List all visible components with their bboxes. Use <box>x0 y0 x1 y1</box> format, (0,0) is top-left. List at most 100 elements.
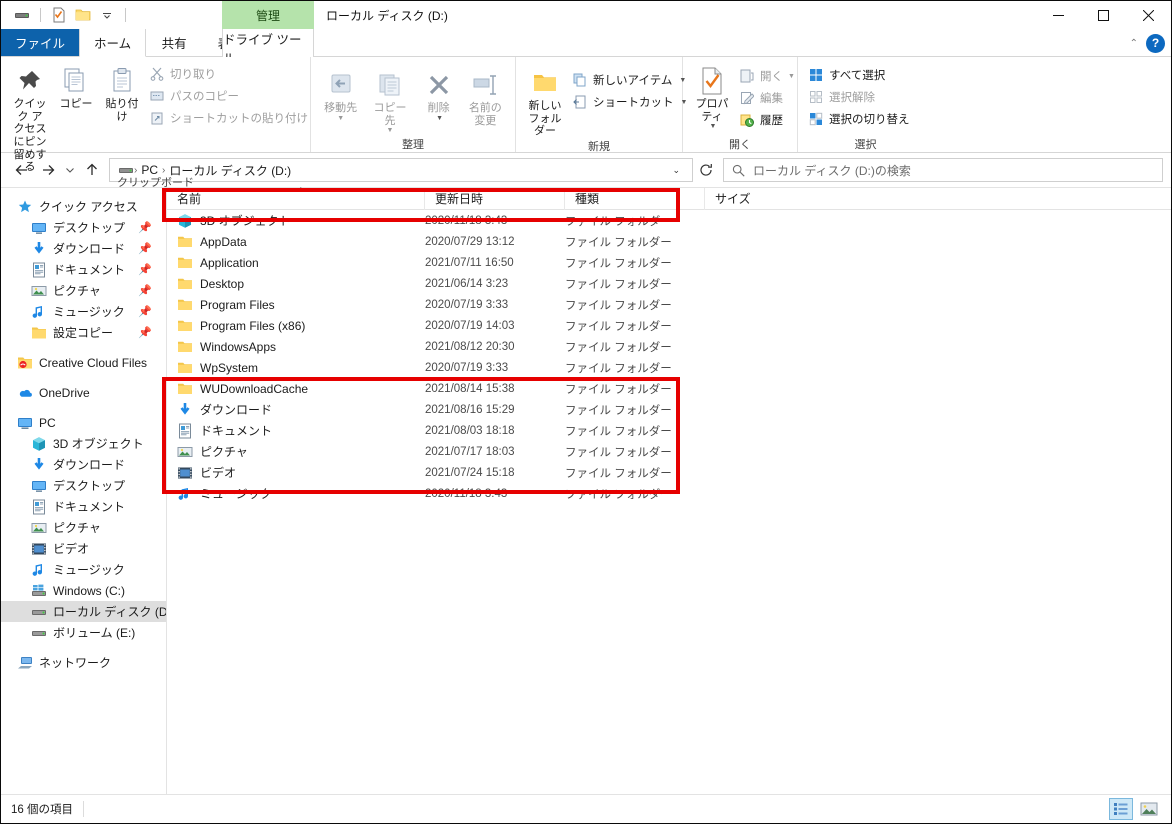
table-row[interactable]: WpSystem 2020/07/19 3:33 ファイル フォルダー <box>167 357 1171 378</box>
tab-share[interactable]: 共有 <box>146 29 202 56</box>
chevron-down-icon[interactable]: ⌄ <box>664 165 688 176</box>
copy-path-button[interactable]: パスのコピー <box>145 85 312 107</box>
invert-selection-button[interactable]: 選択の切り替え <box>804 108 914 130</box>
clipboard-small-commands: 切り取り パスのコピー ショートカットの貼り付け <box>145 61 312 129</box>
close-button[interactable] <box>1126 1 1171 29</box>
sidebar-item-pictures[interactable]: ピクチャ <box>1 517 166 538</box>
sidebar-item-documents[interactable]: ドキュメント <box>1 496 166 517</box>
maximize-button[interactable] <box>1081 1 1126 29</box>
paste-button[interactable]: 貼り付け <box>99 61 145 123</box>
copy-button[interactable]: コピー <box>53 61 99 111</box>
copy-to-caret-icon[interactable]: ▼ <box>387 127 394 135</box>
sidebar-label: ミュージック <box>53 305 125 319</box>
file-name-label: Application <box>200 255 259 270</box>
sidebar-item-pc[interactable]: PC <box>1 412 166 433</box>
table-row[interactable]: Program Files 2020/07/19 3:33 ファイル フォルダー <box>167 294 1171 315</box>
sidebar-item-documents-qa[interactable]: ドキュメント 📌 <box>1 259 166 280</box>
pin-icon[interactable]: 📌 <box>138 326 152 339</box>
edit-button[interactable]: 編集 <box>735 87 799 109</box>
rename-button[interactable]: 名前の 変更 <box>462 65 509 127</box>
pin-icon[interactable]: 📌 <box>138 263 152 276</box>
pin-icon[interactable]: 📌 <box>138 305 152 318</box>
file-date-cell: 2020/11/18 3:43 <box>425 487 508 500</box>
table-row[interactable]: ビデオ 2021/07/24 15:18 ファイル フォルダー <box>167 462 1171 483</box>
collapse-ribbon-button[interactable]: ⌃ <box>1130 38 1138 49</box>
search-input[interactable]: ローカル ディスク (D:)の検索 <box>753 162 911 179</box>
properties-button[interactable]: プロパティ ▼ <box>689 61 735 131</box>
column-header-size[interactable]: サイズ <box>705 188 785 210</box>
properties-icon[interactable] <box>50 6 68 24</box>
search-box[interactable]: ローカル ディスク (D:)の検索 <box>723 158 1163 182</box>
3d-objects-icon <box>177 213 193 229</box>
sidebar-item-onedrive[interactable]: OneDrive <box>1 382 166 403</box>
sidebar-item-creative-cloud-files[interactable]: Creative Cloud Files <box>1 352 166 373</box>
tab-file[interactable]: ファイル <box>1 29 80 56</box>
new-item-button[interactable]: 新しいアイテム ▼ <box>568 69 691 91</box>
properties-label: プロパティ <box>695 98 729 123</box>
properties-caret-icon[interactable]: ▼ <box>710 123 717 131</box>
select-none-button[interactable]: 選択解除 <box>804 86 914 108</box>
customize-caret-icon[interactable] <box>98 6 116 24</box>
copy-to-button[interactable]: コピー先 ▼ <box>364 65 415 135</box>
table-row[interactable]: Desktop 2021/06/14 3:23 ファイル フォルダー <box>167 273 1171 294</box>
sidebar-item-desktop[interactable]: デスクトップ <box>1 475 166 496</box>
delete-button[interactable]: 削除 ▼ <box>416 65 462 123</box>
sidebar-item-desktop-qa[interactable]: デスクトップ 📌 <box>1 217 166 238</box>
refresh-button[interactable] <box>693 158 719 182</box>
table-row[interactable]: AppData 2020/07/29 13:12 ファイル フォルダー <box>167 231 1171 252</box>
paste-shortcut-button[interactable]: ショートカットの貼り付け <box>145 107 312 129</box>
column-header-date[interactable]: 更新日時 <box>425 187 565 210</box>
open-button[interactable]: 開く ▼ <box>735 65 799 87</box>
sidebar-item-settings-copy[interactable]: 設定コピー 📌 <box>1 322 166 343</box>
new-folder-button[interactable]: 新しい フォルダー <box>522 63 568 138</box>
details-view-button[interactable] <box>1109 798 1133 820</box>
pin-icon[interactable]: 📌 <box>138 242 152 255</box>
new-shortcut-button[interactable]: ショートカット ▼ <box>568 91 691 113</box>
sidebar-item-downloads[interactable]: ダウンロード <box>1 454 166 475</box>
sidebar-item-music[interactable]: ミュージック <box>1 559 166 580</box>
column-header-name[interactable]: 名前 ⌃ <box>167 186 425 210</box>
sidebar-item-downloads-qa[interactable]: ダウンロード 📌 <box>1 238 166 259</box>
cut-button[interactable]: 切り取り <box>145 63 312 85</box>
table-row[interactable]: WindowsApps 2021/08/12 20:30 ファイル フォルダー <box>167 336 1171 357</box>
large-icons-view-button[interactable] <box>1137 798 1161 820</box>
table-row[interactable]: ミュージック 2020/11/18 3:43 ファイル フォルダー <box>167 483 1171 504</box>
table-row[interactable]: ダウンロード 2021/08/16 15:29 ファイル フォルダー <box>167 399 1171 420</box>
item-count-label: 16 個の項目 <box>11 804 73 816</box>
table-row[interactable]: ピクチャ 2021/07/17 18:03 ファイル フォルダー <box>167 441 1171 462</box>
sidebar-item-3d-objects[interactable]: 3D オブジェクト <box>1 433 166 454</box>
column-header-type[interactable]: 種類 <box>565 187 705 210</box>
table-row[interactable]: Program Files (x86) 2020/07/19 14:03 ファイル … <box>167 315 1171 336</box>
table-row[interactable]: Application 2021/07/11 16:50 ファイル フォルダー <box>167 252 1171 273</box>
table-row[interactable]: WUDownloadCache 2021/08/14 15:38 ファイル フォルダ… <box>167 378 1171 399</box>
table-row[interactable]: 3D オブジェクト 2020/11/18 3:43 ファイル フォルダー <box>167 210 1171 231</box>
sidebar-item-network[interactable]: ネットワーク <box>1 652 166 673</box>
sidebar-item-videos[interactable]: ビデオ <box>1 538 166 559</box>
tab-home[interactable]: ホーム <box>79 29 147 57</box>
select-all-button[interactable]: すべて選択 <box>804 64 914 86</box>
pin-icon[interactable]: 📌 <box>138 221 152 234</box>
history-button[interactable]: 履歴 <box>735 109 799 131</box>
delete-caret-icon[interactable]: ▼ <box>436 115 443 123</box>
pin-to-quick-access-button[interactable]: クイック アクセス にピン留めする <box>7 61 53 174</box>
drive-icon[interactable] <box>13 6 31 24</box>
move-to-icon <box>327 68 355 102</box>
sidebar-item-local-disk-d[interactable]: ローカル ディスク (D:) <box>1 601 166 622</box>
move-to-button[interactable]: 移動先 ▼ <box>317 65 364 123</box>
minimize-button[interactable] <box>1036 1 1081 29</box>
folder-icon <box>177 255 193 271</box>
pin-icon[interactable]: 📌 <box>138 284 152 297</box>
open-caret-icon[interactable]: ▼ <box>788 73 795 80</box>
sidebar-item-pictures-qa[interactable]: ピクチャ 📌 <box>1 280 166 301</box>
sidebar-item-windows-c[interactable]: Windows (C:) <box>1 580 166 601</box>
sidebar-item-volume-e[interactable]: ボリューム (E:) <box>1 622 166 643</box>
move-to-caret-icon[interactable]: ▼ <box>337 115 344 123</box>
help-button[interactable]: ? <box>1146 33 1165 53</box>
new-folder-icon[interactable] <box>74 6 92 24</box>
table-row[interactable]: ドキュメント 2021/08/03 18:18 ファイル フォルダー <box>167 420 1171 441</box>
file-name-cell: AppData <box>167 234 425 250</box>
sidebar-item-quick-access[interactable]: クイック アクセス <box>1 196 166 217</box>
sidebar-label: ピクチャ <box>53 521 101 535</box>
file-name-label: ピクチャ <box>200 445 248 459</box>
sidebar-item-music-qa[interactable]: ミュージック 📌 <box>1 301 166 322</box>
